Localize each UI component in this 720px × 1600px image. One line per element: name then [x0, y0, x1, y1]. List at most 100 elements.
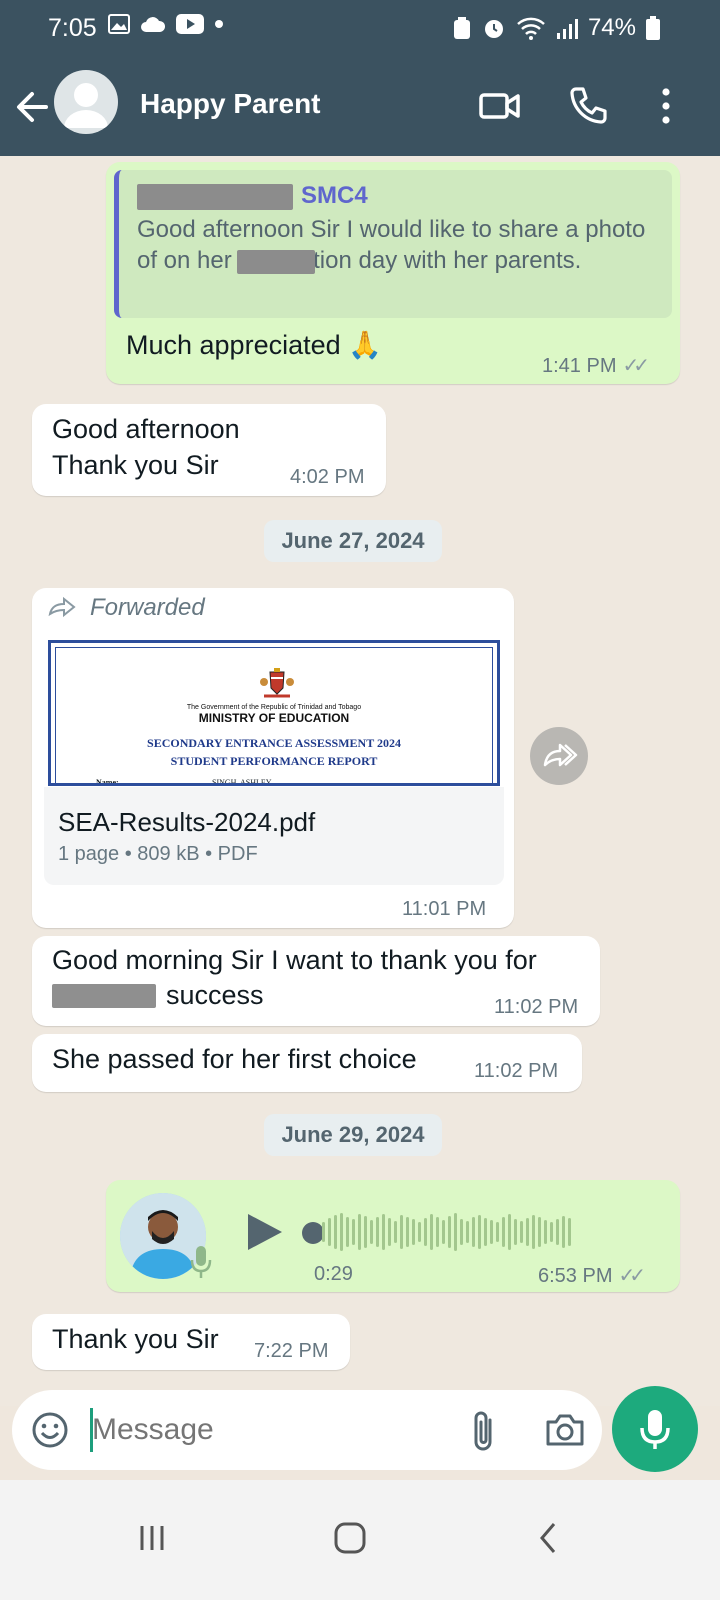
date-divider: June 29, 2024 [264, 1114, 442, 1156]
battery-percent: 74% [587, 14, 636, 41]
message-text: success [166, 980, 264, 1010]
battery-icon [646, 16, 660, 40]
status-time: 7:05 [48, 14, 97, 42]
cloud-icon [141, 17, 166, 32]
quoted-message[interactable]: SMC4 Good afternoon Sir I would like to … [114, 170, 672, 318]
waveform-bar [526, 1218, 529, 1246]
quote-author: SMC4 [301, 182, 368, 209]
waveform-bar [322, 1222, 325, 1242]
voice-waveform[interactable] [322, 1212, 571, 1252]
waveform-bar [484, 1218, 487, 1246]
quote-text: Good afternoon Sir I would like to share… [137, 216, 646, 274]
redacted-name [237, 250, 315, 274]
attach-icon[interactable] [468, 1408, 498, 1454]
more-options-icon[interactable] [644, 84, 688, 128]
waveform-bar [436, 1217, 439, 1247]
contact-avatar[interactable] [54, 70, 118, 134]
waveform-bar [508, 1214, 511, 1250]
waveform-bar [328, 1218, 331, 1246]
emoji-icon[interactable] [30, 1410, 70, 1450]
home-icon[interactable] [320, 1508, 380, 1568]
forward-arrows-icon [543, 743, 578, 767]
document-title-2: STUDENT PERFORMANCE REPORT [170, 754, 378, 768]
document-gov-line: The Government of the Republic of Trinid… [186, 704, 362, 711]
waveform-bar [340, 1213, 343, 1251]
system-icons: 74% [452, 14, 660, 42]
waveform-bar [400, 1215, 403, 1249]
document-file-info: 1 page • 809 kB • PDF [58, 843, 258, 865]
play-icon[interactable] [244, 1210, 284, 1254]
message-time: 11:02 PM [494, 996, 579, 1018]
waveform-bar [502, 1217, 505, 1247]
waveform-bar [418, 1222, 421, 1242]
waveform-bar [412, 1219, 415, 1245]
waveform-bar [376, 1217, 379, 1247]
message-time: 6:53 PM ✓✓ [538, 1265, 646, 1287]
document-name-label: Name: [96, 778, 119, 786]
camera-icon[interactable] [544, 1410, 586, 1450]
waveform-bar [520, 1221, 523, 1243]
contact-name[interactable]: Happy Parent [140, 88, 321, 120]
youtube-icon [176, 14, 204, 34]
waveform-bar [382, 1214, 385, 1250]
alarm-icon [484, 20, 503, 38]
dot-icon [215, 20, 223, 28]
recent-apps-icon[interactable] [122, 1508, 182, 1568]
waveform-bar [388, 1218, 391, 1246]
mic-badge-icon [190, 1246, 212, 1278]
waveform-bar [394, 1221, 397, 1243]
message-time: 4:02 PM [290, 466, 365, 488]
redacted-name [52, 984, 156, 1008]
video-call-icon[interactable] [478, 84, 522, 128]
message-time: 11:01 PM [402, 898, 487, 920]
document-name-value: SINGH, ASHLEY [212, 778, 272, 786]
message-input[interactable] [92, 1410, 452, 1450]
waveform-bar [460, 1219, 463, 1245]
waveform-bar [514, 1219, 517, 1245]
waveform-bar [334, 1215, 337, 1249]
forwarded-icon [48, 596, 76, 618]
wifi-icon [517, 17, 545, 40]
message-time: 1:41 PM ✓✓ [542, 355, 650, 377]
voice-duration: 0:29 [314, 1263, 353, 1285]
waveform-bar [472, 1217, 475, 1247]
signal-icon [556, 19, 578, 39]
recycle-icon [453, 17, 470, 39]
nav-back-icon[interactable] [518, 1508, 578, 1568]
document-ministry: MINISTRY OF EDUCATION [198, 711, 350, 725]
waveform-bar [478, 1215, 481, 1249]
document-title-1: SECONDARY ENTRANCE ASSESSMENT 2024 [147, 736, 401, 750]
forward-button[interactable] [530, 727, 588, 785]
waveform-bar [406, 1217, 409, 1247]
document-info[interactable]: SEA-Results-2024.pdf 1 page • 809 kB • P… [44, 787, 504, 885]
default-avatar-icon [64, 83, 108, 128]
voice-call-icon[interactable] [566, 84, 610, 128]
message-time: 11:02 PM [474, 1060, 559, 1082]
back-arrow-icon[interactable] [12, 82, 52, 132]
system-navigation-bar [0, 1480, 720, 1600]
waveform-bar [556, 1219, 559, 1245]
read-ticks-icon: ✓✓ [618, 1265, 645, 1287]
read-ticks-icon: ✓✓ [622, 355, 649, 377]
document-page-border: The Government of the Republic of Trinid… [55, 647, 493, 786]
message-text: Good morning Sir I want to thank you for [52, 945, 537, 975]
waveform-bar [370, 1220, 373, 1244]
waveform-bar [352, 1219, 355, 1245]
document-preview[interactable]: The Government of the Republic of Trinid… [48, 640, 500, 786]
waveform-bar [448, 1216, 451, 1248]
waveform-bar [358, 1214, 361, 1250]
document-file-name: SEA-Results-2024.pdf [58, 807, 316, 837]
message-text: Good afternoon [52, 414, 240, 444]
message-text: Much appreciated 🙏 [126, 330, 382, 360]
waveform-bar [424, 1218, 427, 1246]
waveform-bar [364, 1216, 367, 1248]
waveform-bar [538, 1217, 541, 1247]
redacted-name [137, 184, 293, 210]
waveform-bar [496, 1222, 499, 1242]
forwarded-label: Forwarded [90, 594, 205, 621]
waveform-bar [568, 1218, 571, 1246]
message-time: 7:22 PM [254, 1340, 329, 1362]
waveform-bar [550, 1222, 553, 1242]
waveform-bar [562, 1216, 565, 1248]
voice-record-button[interactable] [612, 1386, 698, 1472]
